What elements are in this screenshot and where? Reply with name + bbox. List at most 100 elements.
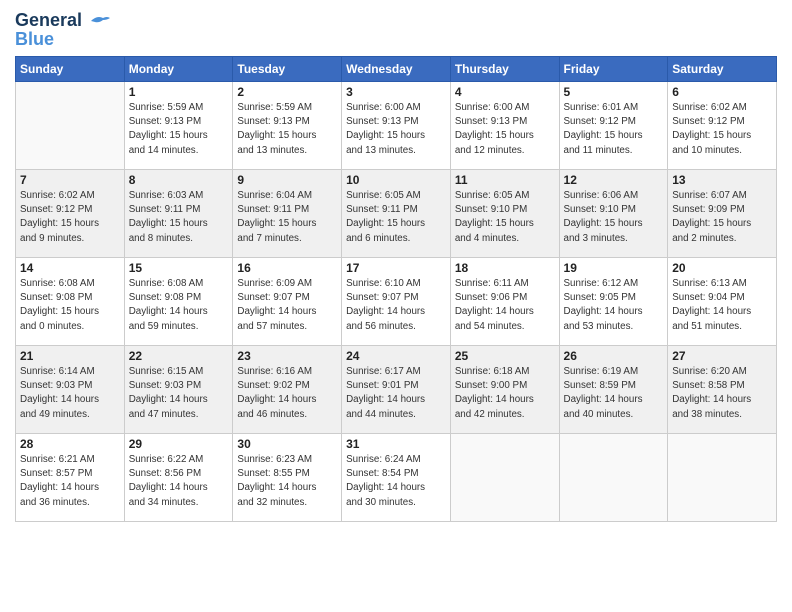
day-info: Sunrise: 6:00 AM Sunset: 9:13 PM Dayligh… bbox=[346, 101, 446, 158]
day-number: 11 bbox=[455, 173, 555, 187]
day-number: 13 bbox=[672, 173, 772, 187]
day-number: 7 bbox=[20, 173, 120, 187]
calendar-cell: 30Sunrise: 6:23 AM Sunset: 8:55 PM Dayli… bbox=[233, 434, 342, 522]
calendar-cell: 28Sunrise: 6:21 AM Sunset: 8:57 PM Dayli… bbox=[16, 434, 125, 522]
day-number: 16 bbox=[237, 261, 337, 275]
calendar-week-row: 7 Sunrise: 6:02 AM Sunset: 9:12 PM Daylig… bbox=[16, 170, 777, 258]
calendar-cell: 15Sunrise: 6:08 AM Sunset: 9:08 PM Dayli… bbox=[124, 258, 233, 346]
day-number: 9 bbox=[237, 173, 337, 187]
day-info: Sunrise: 6:05 AM Sunset: 9:10 PM Dayligh… bbox=[455, 189, 555, 246]
day-info: Sunrise: 6:24 AM Sunset: 8:54 PM Dayligh… bbox=[346, 453, 446, 510]
day-number: 21 bbox=[20, 349, 120, 363]
weekday-header-saturday: Saturday bbox=[668, 57, 777, 82]
weekday-header-tuesday: Tuesday bbox=[233, 57, 342, 82]
day-info: Sunrise: 6:05 AM Sunset: 9:11 PM Dayligh… bbox=[346, 189, 446, 246]
calendar-cell bbox=[16, 82, 125, 170]
calendar-cell: 6Sunrise: 6:02 AM Sunset: 9:12 PM Daylig… bbox=[668, 82, 777, 170]
day-info: Sunrise: 6:06 AM Sunset: 9:10 PM Dayligh… bbox=[564, 189, 664, 246]
day-info: Sunrise: 6:09 AM Sunset: 9:07 PM Dayligh… bbox=[237, 277, 337, 334]
calendar-cell: 10Sunrise: 6:05 AM Sunset: 9:11 PM Dayli… bbox=[342, 170, 451, 258]
calendar-cell: 7 Sunrise: 6:02 AM Sunset: 9:12 PM Daylig… bbox=[16, 170, 125, 258]
calendar-cell: 27 Sunrise: 6:20 AM Sunset: 8:58 PM Dayli… bbox=[668, 346, 777, 434]
day-info: Sunrise: 5:59 AM Sunset: 9:13 PM Dayligh… bbox=[129, 101, 229, 158]
day-info: Sunrise: 6:18 AM Sunset: 9:00 PM Dayligh… bbox=[455, 365, 555, 422]
calendar-cell bbox=[559, 434, 668, 522]
calendar-cell: 18 Sunrise: 6:11 AM Sunset: 9:06 PM Dayli… bbox=[450, 258, 559, 346]
day-info: Sunrise: 6:04 AM Sunset: 9:11 PM Dayligh… bbox=[237, 189, 337, 246]
logo-text: General bbox=[15, 10, 111, 31]
day-number: 20 bbox=[672, 261, 772, 275]
day-number: 15 bbox=[129, 261, 229, 275]
day-info: Sunrise: 6:14 AM Sunset: 9:03 PM Dayligh… bbox=[20, 365, 120, 422]
calendar-cell: 31 Sunrise: 6:24 AM Sunset: 8:54 PM Dayli… bbox=[342, 434, 451, 522]
day-info: Sunrise: 6:20 AM Sunset: 8:58 PM Dayligh… bbox=[672, 365, 772, 422]
calendar-cell bbox=[668, 434, 777, 522]
day-number: 8 bbox=[129, 173, 229, 187]
day-info: Sunrise: 6:16 AM Sunset: 9:02 PM Dayligh… bbox=[237, 365, 337, 422]
day-number: 3 bbox=[346, 85, 446, 99]
weekday-header-wednesday: Wednesday bbox=[342, 57, 451, 82]
day-number: 30 bbox=[237, 437, 337, 451]
calendar-cell: 2 Sunrise: 5:59 AM Sunset: 9:13 PM Daylig… bbox=[233, 82, 342, 170]
day-info: Sunrise: 6:15 AM Sunset: 9:03 PM Dayligh… bbox=[129, 365, 229, 422]
calendar-cell: 16 Sunrise: 6:09 AM Sunset: 9:07 PM Dayli… bbox=[233, 258, 342, 346]
calendar-cell: 11 Sunrise: 6:05 AM Sunset: 9:10 PM Dayli… bbox=[450, 170, 559, 258]
day-number: 12 bbox=[564, 173, 664, 187]
day-info: Sunrise: 6:17 AM Sunset: 9:01 PM Dayligh… bbox=[346, 365, 446, 422]
day-number: 17 bbox=[346, 261, 446, 275]
day-info: Sunrise: 6:03 AM Sunset: 9:11 PM Dayligh… bbox=[129, 189, 229, 246]
calendar-table: SundayMondayTuesdayWednesdayThursdayFrid… bbox=[15, 56, 777, 522]
weekday-header-friday: Friday bbox=[559, 57, 668, 82]
calendar-cell: 4Sunrise: 6:00 AM Sunset: 9:13 PM Daylig… bbox=[450, 82, 559, 170]
calendar-cell: 5 Sunrise: 6:01 AM Sunset: 9:12 PM Daylig… bbox=[559, 82, 668, 170]
day-number: 28 bbox=[20, 437, 120, 451]
day-number: 5 bbox=[564, 85, 664, 99]
calendar-week-row: 21 Sunrise: 6:14 AM Sunset: 9:03 PM Dayli… bbox=[16, 346, 777, 434]
page-header: General Blue bbox=[15, 10, 777, 50]
calendar-cell: 23 Sunrise: 6:16 AM Sunset: 9:02 PM Dayli… bbox=[233, 346, 342, 434]
calendar-week-row: 1 Sunrise: 5:59 AM Sunset: 9:13 PM Daylig… bbox=[16, 82, 777, 170]
day-info: Sunrise: 5:59 AM Sunset: 9:13 PM Dayligh… bbox=[237, 101, 337, 158]
day-info: Sunrise: 6:11 AM Sunset: 9:06 PM Dayligh… bbox=[455, 277, 555, 334]
calendar-cell: 26 Sunrise: 6:19 AM Sunset: 8:59 PM Dayli… bbox=[559, 346, 668, 434]
day-number: 6 bbox=[672, 85, 772, 99]
calendar-cell: 29 Sunrise: 6:22 AM Sunset: 8:56 PM Dayli… bbox=[124, 434, 233, 522]
day-number: 1 bbox=[129, 85, 229, 99]
day-number: 29 bbox=[129, 437, 229, 451]
day-number: 23 bbox=[237, 349, 337, 363]
day-info: Sunrise: 6:19 AM Sunset: 8:59 PM Dayligh… bbox=[564, 365, 664, 422]
weekday-header-sunday: Sunday bbox=[16, 57, 125, 82]
calendar-cell: 22 Sunrise: 6:15 AM Sunset: 9:03 PM Dayli… bbox=[124, 346, 233, 434]
calendar-cell: 14Sunrise: 6:08 AM Sunset: 9:08 PM Dayli… bbox=[16, 258, 125, 346]
weekday-header-thursday: Thursday bbox=[450, 57, 559, 82]
calendar-cell: 8 Sunrise: 6:03 AM Sunset: 9:11 PM Daylig… bbox=[124, 170, 233, 258]
calendar-cell bbox=[450, 434, 559, 522]
calendar-cell: 25 Sunrise: 6:18 AM Sunset: 9:00 PM Dayli… bbox=[450, 346, 559, 434]
logo-blue: Blue bbox=[15, 29, 54, 50]
day-number: 2 bbox=[237, 85, 337, 99]
weekday-header-monday: Monday bbox=[124, 57, 233, 82]
calendar-cell: 17 Sunrise: 6:10 AM Sunset: 9:07 PM Dayli… bbox=[342, 258, 451, 346]
day-info: Sunrise: 6:10 AM Sunset: 9:07 PM Dayligh… bbox=[346, 277, 446, 334]
calendar-cell: 21 Sunrise: 6:14 AM Sunset: 9:03 PM Dayli… bbox=[16, 346, 125, 434]
calendar-week-row: 28Sunrise: 6:21 AM Sunset: 8:57 PM Dayli… bbox=[16, 434, 777, 522]
calendar-header-row: SundayMondayTuesdayWednesdayThursdayFrid… bbox=[16, 57, 777, 82]
day-number: 27 bbox=[672, 349, 772, 363]
day-info: Sunrise: 6:22 AM Sunset: 8:56 PM Dayligh… bbox=[129, 453, 229, 510]
day-info: Sunrise: 6:01 AM Sunset: 9:12 PM Dayligh… bbox=[564, 101, 664, 158]
day-info: Sunrise: 6:02 AM Sunset: 9:12 PM Dayligh… bbox=[20, 189, 120, 246]
day-number: 22 bbox=[129, 349, 229, 363]
logo: General Blue bbox=[15, 10, 111, 50]
day-number: 25 bbox=[455, 349, 555, 363]
day-number: 4 bbox=[455, 85, 555, 99]
calendar-cell: 19Sunrise: 6:12 AM Sunset: 9:05 PM Dayli… bbox=[559, 258, 668, 346]
logo-bird-icon bbox=[89, 13, 111, 29]
calendar-cell: 12 Sunrise: 6:06 AM Sunset: 9:10 PM Dayli… bbox=[559, 170, 668, 258]
day-number: 31 bbox=[346, 437, 446, 451]
day-number: 18 bbox=[455, 261, 555, 275]
day-info: Sunrise: 6:07 AM Sunset: 9:09 PM Dayligh… bbox=[672, 189, 772, 246]
day-info: Sunrise: 6:12 AM Sunset: 9:05 PM Dayligh… bbox=[564, 277, 664, 334]
day-number: 24 bbox=[346, 349, 446, 363]
day-number: 26 bbox=[564, 349, 664, 363]
calendar-cell: 1 Sunrise: 5:59 AM Sunset: 9:13 PM Daylig… bbox=[124, 82, 233, 170]
